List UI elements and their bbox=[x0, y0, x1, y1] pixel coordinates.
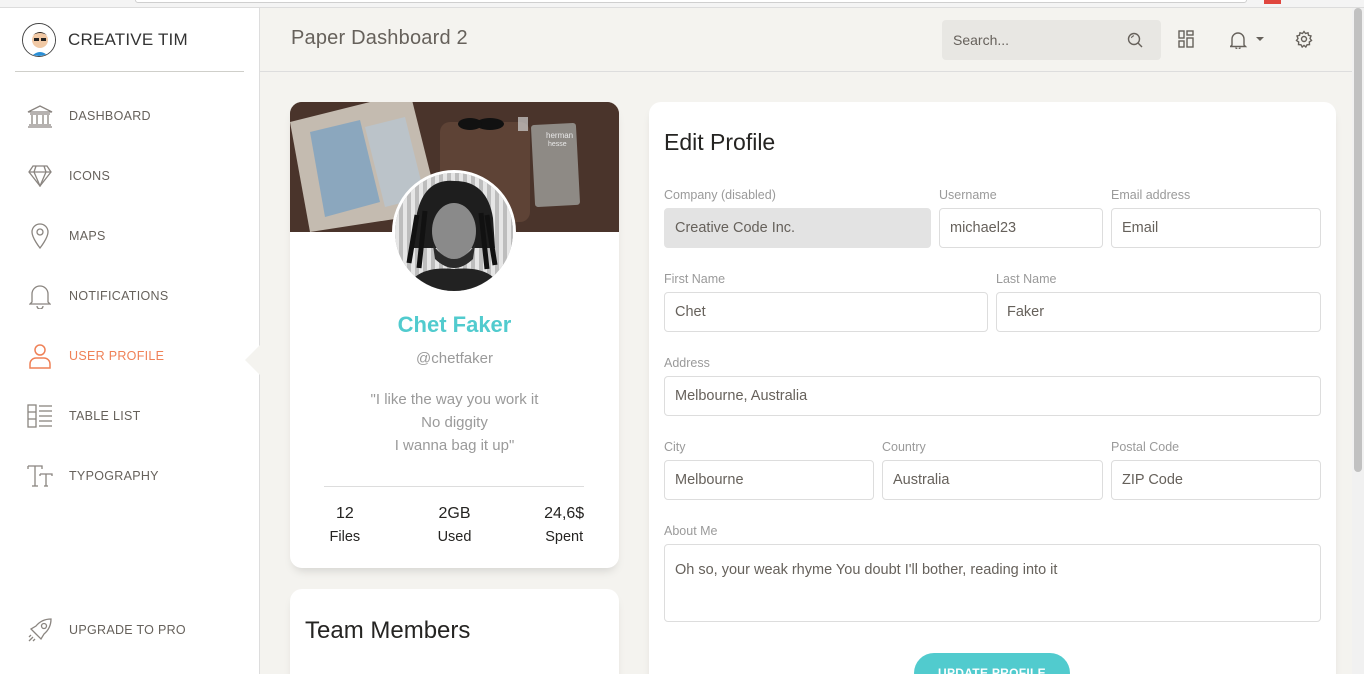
about-me-textarea[interactable]: Oh so, your weak rhyme You doubt I'll bo… bbox=[664, 544, 1321, 622]
edit-profile-title: Edit Profile bbox=[664, 129, 776, 155]
gear-icon[interactable] bbox=[1295, 30, 1313, 53]
stat-value: 24,6$ bbox=[544, 505, 585, 522]
team-members-title: Team Members bbox=[305, 617, 471, 644]
sidebar-item-typography[interactable]: TYPOGRAPHY bbox=[0, 446, 260, 506]
search-input[interactable] bbox=[942, 20, 1122, 60]
profile-stats: 12 Files 2GB Used 24,6$ Spent bbox=[290, 504, 619, 545]
city-field[interactable] bbox=[664, 460, 874, 500]
notifications-bell-icon[interactable] bbox=[1228, 31, 1266, 54]
company-label: Company (disabled) bbox=[664, 188, 776, 202]
quote-line: I wanna bag it up" bbox=[394, 437, 515, 454]
sidebar-nav: DASHBOARD ICONS MAPS NOTIFICATIONS USER … bbox=[0, 86, 261, 506]
sidebar-item-table-list[interactable]: TABLE LIST bbox=[0, 386, 260, 446]
scrollbar-thumb[interactable] bbox=[1354, 8, 1362, 472]
stat-value: 2GB bbox=[438, 505, 471, 522]
map-pin-icon bbox=[26, 222, 54, 250]
top-navbar: Paper Dashboard 2 bbox=[260, 8, 1352, 72]
user-card: herman hesse Chet Faker @chetfaker "I li… bbox=[290, 102, 619, 568]
rocket-icon bbox=[26, 616, 54, 644]
edit-profile-card: Edit Profile Company (disabled) Username… bbox=[649, 102, 1336, 674]
browser-url-bar[interactable] bbox=[135, 0, 1247, 3]
stat-spent: 24,6$ Spent bbox=[509, 504, 619, 545]
last-name-label: Last Name bbox=[996, 272, 1057, 286]
sidebar-item-label: TYPOGRAPHY bbox=[69, 469, 159, 483]
divider bbox=[324, 486, 584, 487]
email-field[interactable] bbox=[1111, 208, 1321, 248]
sidebar-item-label: MAPS bbox=[69, 229, 106, 243]
sidebar-item-label: ICONS bbox=[69, 169, 111, 183]
text-icon bbox=[26, 462, 54, 490]
stat-label: Used bbox=[437, 529, 472, 545]
diamond-icon bbox=[26, 162, 54, 190]
page-title[interactable]: Paper Dashboard 2 bbox=[291, 27, 468, 50]
logo-avatar-icon bbox=[22, 22, 56, 57]
sidebar-item-icons[interactable]: ICONS bbox=[0, 146, 260, 206]
update-profile-button[interactable]: UPDATE PROFILE bbox=[914, 653, 1070, 674]
sidebar-item-notifications[interactable]: NOTIFICATIONS bbox=[0, 266, 260, 326]
address-label: Address bbox=[664, 356, 710, 370]
sidebar-item-label: NOTIFICATIONS bbox=[69, 289, 169, 303]
bank-icon bbox=[26, 102, 54, 130]
email-field-group: Email address bbox=[1111, 188, 1321, 248]
stat-value: 12 bbox=[335, 505, 354, 522]
list-icon bbox=[26, 402, 54, 430]
svg-text:hesse: hesse bbox=[548, 141, 567, 148]
dashboard-grid-icon[interactable] bbox=[1178, 30, 1194, 53]
user-icon bbox=[26, 342, 54, 370]
postal-code-field-group: Postal Code bbox=[1111, 440, 1321, 500]
email-label: Email address bbox=[1111, 188, 1191, 202]
country-label: Country bbox=[882, 440, 926, 454]
country-field-group: Country bbox=[882, 440, 1103, 500]
sidebar-item-label: USER PROFILE bbox=[69, 349, 165, 363]
sidebar-item-dashboard[interactable]: DASHBOARD bbox=[0, 86, 260, 146]
profile-username: @chetfaker bbox=[416, 350, 493, 367]
country-field[interactable] bbox=[882, 460, 1103, 500]
about-me-label: About Me bbox=[664, 524, 718, 538]
brand-name: CREATIVE TIM bbox=[68, 29, 188, 49]
username-field[interactable] bbox=[939, 208, 1103, 248]
first-name-field[interactable] bbox=[664, 292, 988, 332]
address-field[interactable] bbox=[664, 376, 1321, 416]
company-field bbox=[664, 208, 931, 248]
bell-icon bbox=[26, 282, 54, 310]
address-field-group: Address bbox=[664, 356, 1321, 416]
last-name-field-group: Last Name bbox=[996, 272, 1321, 332]
sidebar: CREATIVE TIM DASHBOARD ICONS MAPS NOTIFI… bbox=[0, 8, 261, 674]
stat-files: 12 Files bbox=[290, 504, 400, 545]
city-field-group: City bbox=[664, 440, 874, 500]
last-name-field[interactable] bbox=[996, 292, 1321, 332]
page-scrollbar[interactable] bbox=[1352, 8, 1364, 674]
stat-label: Spent bbox=[545, 529, 584, 545]
browser-chrome bbox=[0, 0, 1364, 8]
search-icon[interactable] bbox=[1127, 32, 1143, 53]
profile-quote: "I like the way you work it No diggity I… bbox=[290, 388, 619, 457]
team-members-card: Team Members bbox=[290, 589, 619, 674]
about-me-field-group: About Me Oh so, your weak rhyme You doub… bbox=[664, 524, 1321, 627]
username-field-group: Username bbox=[939, 188, 1103, 248]
profile-name[interactable]: Chet Faker bbox=[290, 312, 619, 338]
username-label: Username bbox=[939, 188, 997, 202]
quote-line: "I like the way you work it bbox=[370, 391, 539, 408]
postal-code-label: Postal Code bbox=[1111, 440, 1180, 454]
first-name-label: First Name bbox=[664, 272, 726, 286]
browser-close-button[interactable] bbox=[1264, 0, 1281, 4]
sidebar-item-maps[interactable]: MAPS bbox=[0, 206, 260, 266]
quote-line: No diggity bbox=[421, 414, 488, 431]
stat-used: 2GB Used bbox=[400, 504, 510, 545]
search-box bbox=[942, 20, 1161, 60]
stat-label: Files bbox=[329, 529, 361, 545]
postal-code-field[interactable] bbox=[1111, 460, 1321, 500]
sidebar-upgrade: UPGRADE TO PRO bbox=[0, 600, 260, 660]
sidebar-item-label: DASHBOARD bbox=[69, 109, 151, 123]
avatar bbox=[392, 170, 516, 294]
sidebar-item-label: TABLE LIST bbox=[69, 409, 141, 423]
upgrade-to-pro-link[interactable]: UPGRADE TO PRO bbox=[0, 600, 260, 660]
company-field-group: Company (disabled) bbox=[664, 188, 931, 248]
city-label: City bbox=[664, 440, 686, 454]
first-name-field-group: First Name bbox=[664, 272, 988, 332]
sidebar-logo[interactable]: CREATIVE TIM bbox=[15, 8, 244, 72]
sidebar-item-user-profile[interactable]: USER PROFILE bbox=[0, 326, 261, 386]
svg-text:herman: herman bbox=[546, 131, 573, 140]
upgrade-label: UPGRADE TO PRO bbox=[69, 623, 186, 637]
